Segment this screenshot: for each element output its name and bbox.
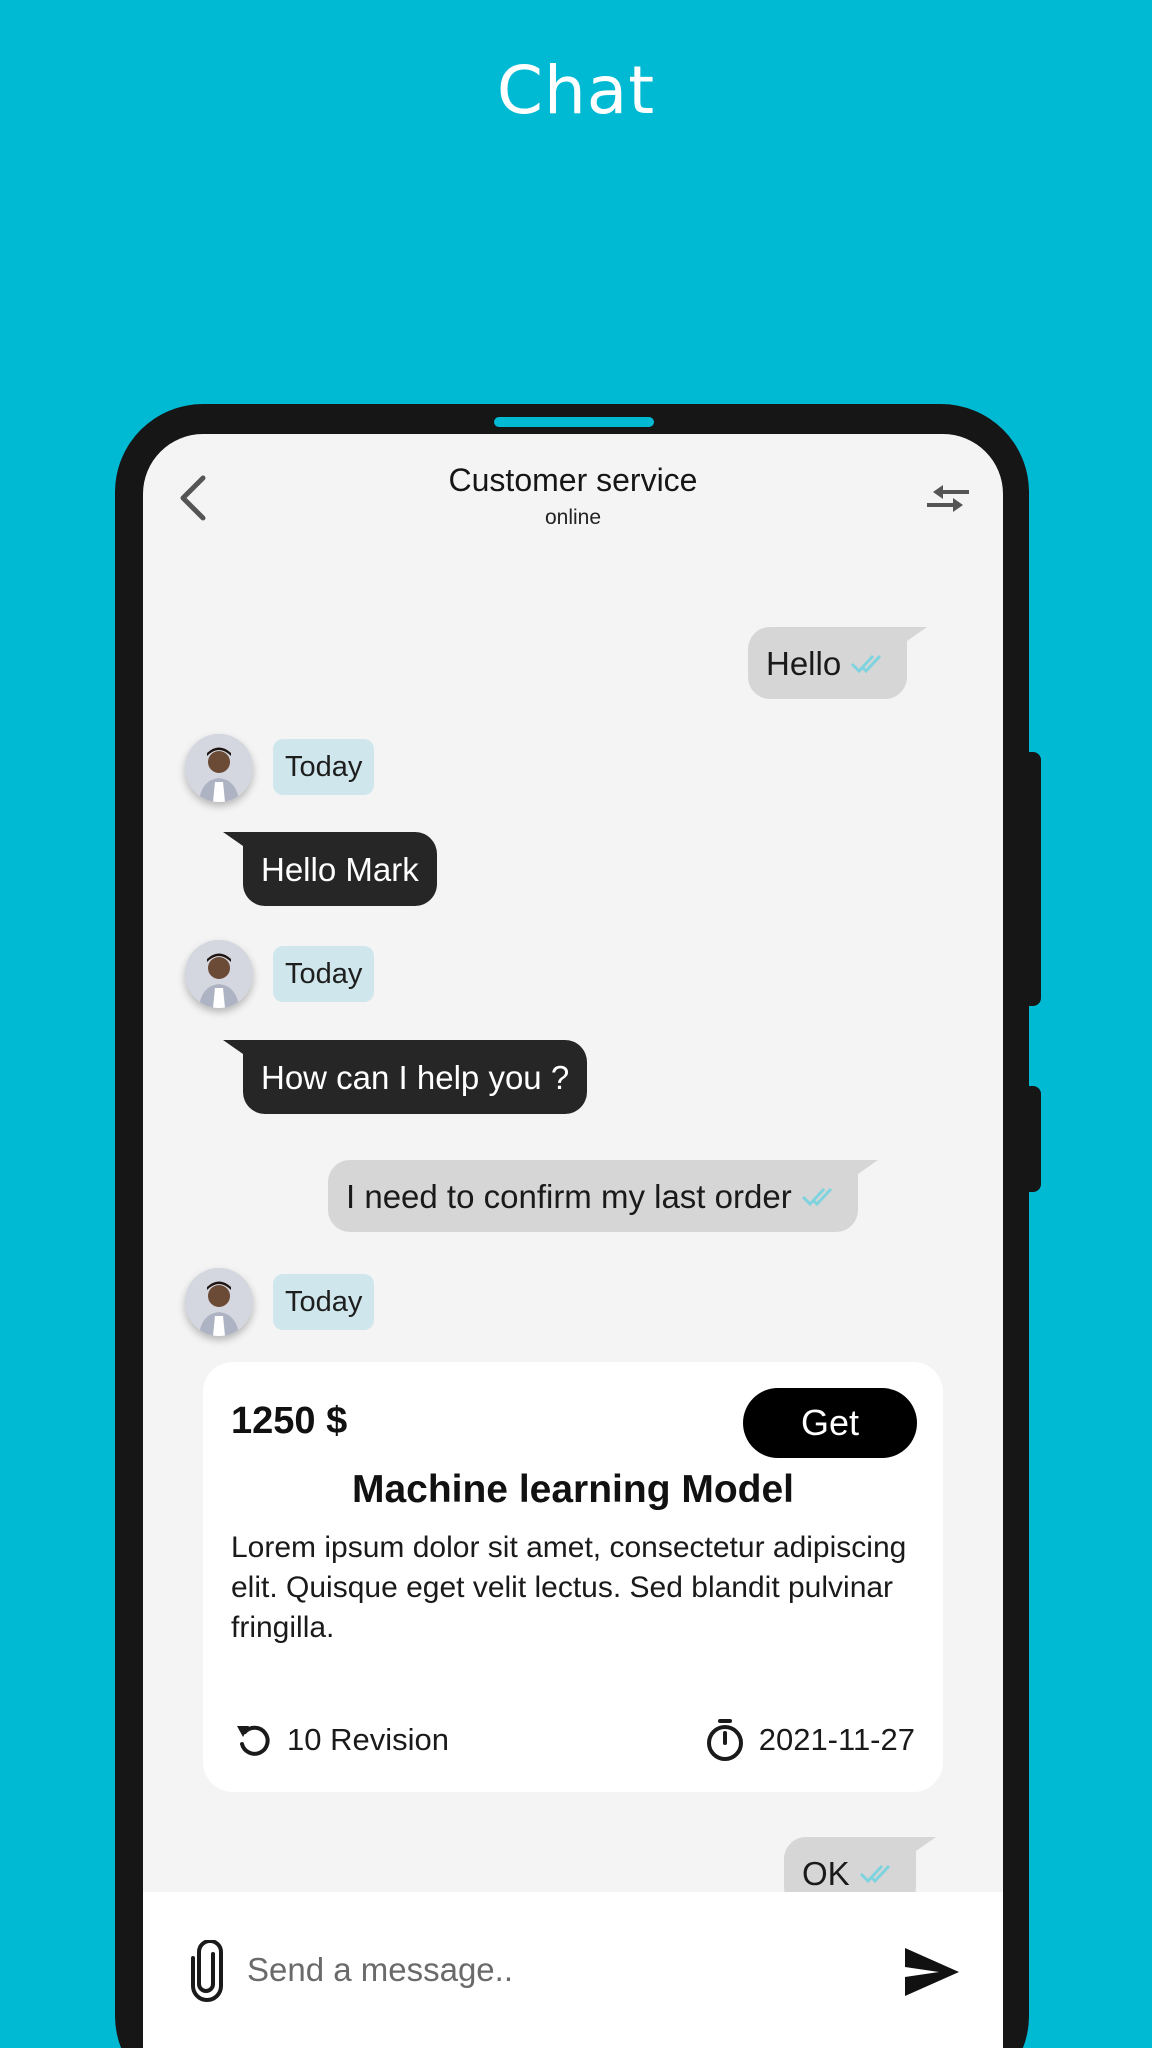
received-message[interactable]: Hello Mark [223, 832, 437, 906]
offer-card: 1250 $ Get Machine learning Model Lorem … [203, 1362, 943, 1792]
received-message[interactable]: How can I help you ? [222, 1040, 588, 1114]
delivery-date: 2021-11-27 [758, 1722, 915, 1757]
offer-title: Machine learning Model [351, 1468, 795, 1511]
sent-message[interactable]: I need to confirm my last order [328, 1160, 878, 1232]
chat-header: Customer service online [143, 434, 1003, 544]
time-tag: Today [273, 946, 375, 1002]
stopwatch-icon [706, 1719, 743, 1761]
chat-title: Customer service [448, 462, 698, 498]
chat-status: online [544, 506, 602, 529]
offer-date: 2021-11-27 [705, 1718, 915, 1762]
offer-price: 1250 $ [231, 1400, 348, 1442]
offer-description: Lorem ipsum dolor sit amet, consectetur … [231, 1531, 907, 1644]
phone-notch [494, 417, 654, 427]
offer-revisions: 10 Revision [233, 1718, 449, 1762]
message-text: OK [802, 1854, 850, 1892]
get-button[interactable]: Get [743, 1388, 917, 1458]
paperclip-icon[interactable] [189, 1940, 225, 2002]
send-icon[interactable] [903, 1946, 961, 1998]
message-text: Hello Mark [261, 850, 419, 888]
chat-screen: Customer service online Hello Today Hell… [143, 434, 1003, 2048]
message-input[interactable] [247, 1938, 807, 2002]
avatar[interactable] [185, 734, 253, 802]
message-composer [143, 1892, 1003, 2048]
avatar[interactable] [185, 940, 253, 1008]
message-text: I need to confirm my last order [346, 1177, 792, 1215]
message-text: How can I help you ? [261, 1058, 570, 1096]
read-ticks-icon [859, 1864, 890, 1884]
sent-message[interactable]: Hello [748, 627, 928, 699]
message-text: Hello [766, 644, 842, 682]
person-icon [185, 734, 253, 802]
page-title: Chat [496, 52, 656, 129]
time-tag: Today [273, 739, 375, 795]
phone-side-button [1027, 752, 1041, 1006]
swap-arrows-icon[interactable] [923, 478, 975, 518]
read-ticks-icon [801, 1187, 832, 1207]
phone-side-button [1027, 1086, 1041, 1192]
avatar[interactable] [185, 1268, 253, 1336]
read-ticks-icon [851, 654, 882, 674]
revision-count: 10 Revision [287, 1722, 449, 1757]
person-icon [185, 1268, 253, 1336]
time-tag: Today [273, 1274, 375, 1330]
revision-icon [237, 1725, 270, 1756]
person-icon [185, 940, 253, 1008]
